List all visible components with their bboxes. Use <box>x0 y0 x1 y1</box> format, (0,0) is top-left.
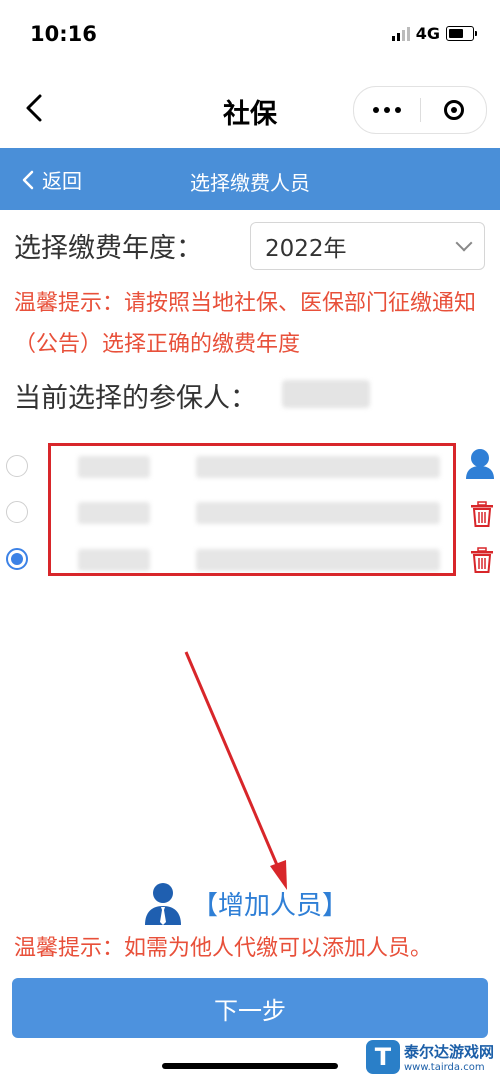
watermark: T 泰尔达游戏网 www.tairda.com <box>365 1040 494 1074</box>
more-icon[interactable] <box>354 107 420 113</box>
section-title: 选择缴费人员 <box>190 171 310 195</box>
person-radio-3[interactable] <box>6 548 28 570</box>
current-insured-name-redacted <box>282 380 370 408</box>
trash-icon[interactable] <box>470 501 494 531</box>
year-select[interactable]: 2022年 <box>250 222 485 270</box>
target-icon <box>443 100 464 120</box>
year-label: 选择缴费年度： <box>14 233 203 264</box>
person-icon <box>145 883 181 925</box>
year-tip: 温馨提示：请按照当地社保、医保部门征缴通知（公告）选择正确的缴费年度 <box>14 291 477 357</box>
status-icons: 4G <box>391 24 477 43</box>
trash-icon[interactable] <box>470 547 494 577</box>
signal-icon <box>391 26 410 41</box>
network-type: 4G <box>415 24 440 43</box>
highlight-box <box>48 443 456 576</box>
miniprogram-capsule <box>353 86 487 134</box>
chevron-down-icon <box>455 234 473 252</box>
add-person-label: 【增加人员】 <box>192 890 349 921</box>
add-person-tip: 温馨提示：如需为他人代缴可以添加人员。 <box>14 936 433 961</box>
add-person-button[interactable]: 【增加人员】 <box>140 880 348 926</box>
close-miniprogram-button[interactable] <box>421 100 486 120</box>
person-radio-1[interactable] <box>6 455 28 477</box>
home-indicator[interactable] <box>162 1063 338 1069</box>
next-step-button[interactable]: 下一步 <box>12 978 488 1038</box>
watermark-name: 泰尔达游戏网 <box>403 1043 494 1061</box>
watermark-logo-icon: T <box>365 1040 400 1074</box>
person-radio-2[interactable] <box>6 501 28 523</box>
status-time: 10:16 <box>30 22 97 46</box>
year-select-value: 2022年 <box>265 236 347 262</box>
current-insured-label: 当前选择的参保人： <box>14 383 257 414</box>
user-icon[interactable] <box>463 446 497 484</box>
watermark-url: www.tairda.com <box>403 1062 485 1073</box>
battery-icon <box>446 26 477 41</box>
